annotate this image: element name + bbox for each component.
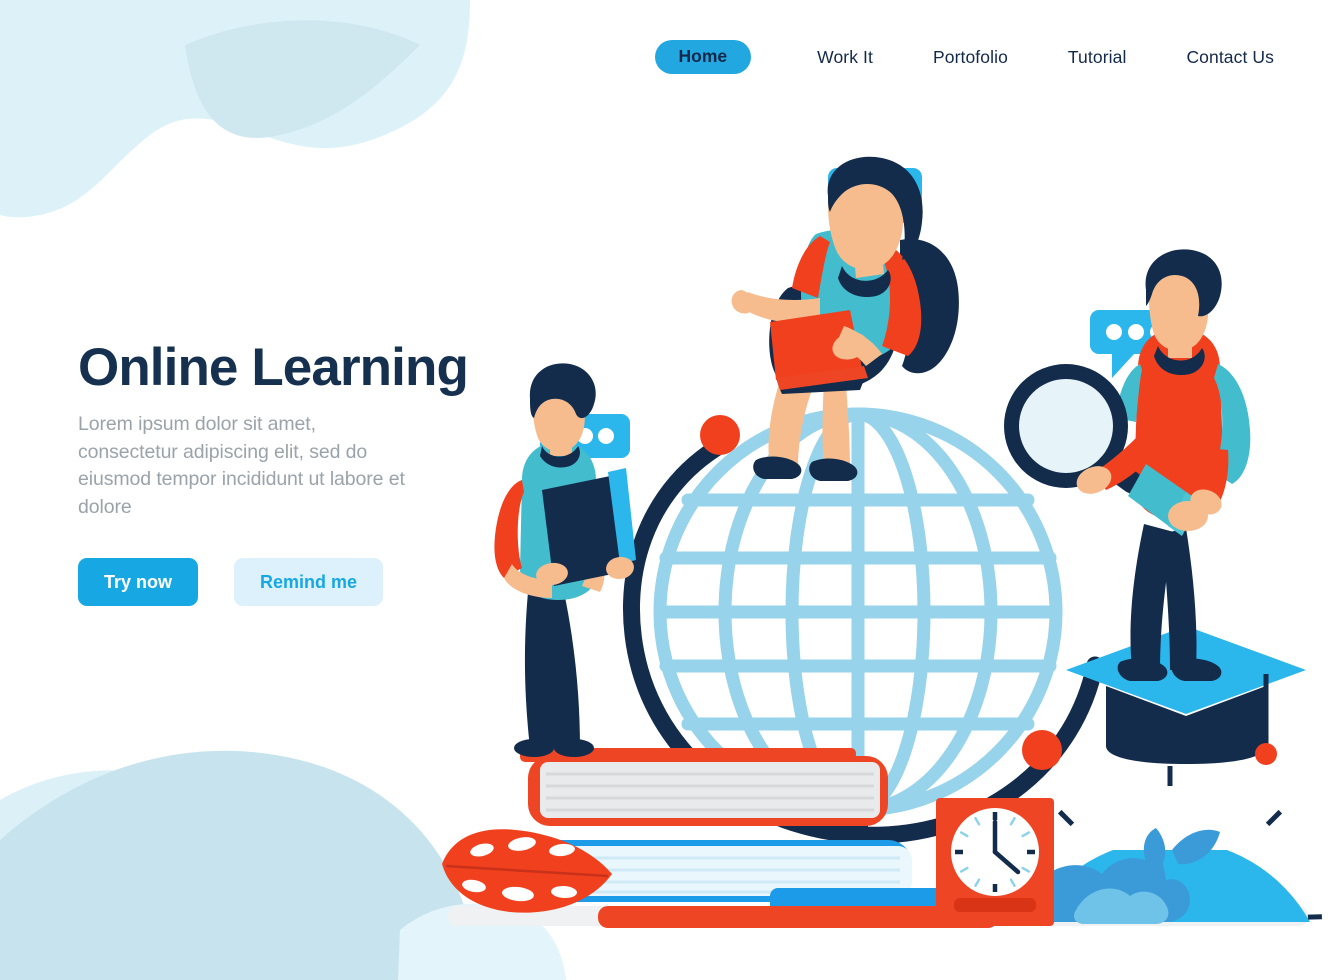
person-man-with-book [494, 363, 636, 757]
hero-description: Lorem ipsum dolor sit amet, consectetur … [78, 413, 405, 519]
nav-item-work-it[interactable]: Work It [817, 47, 873, 68]
nav-item-portofolio[interactable]: Portofolio [933, 47, 1008, 68]
globe-dot-left [700, 415, 740, 455]
nav-item-tutorial[interactable]: Tutorial [1068, 47, 1127, 68]
clock-box [936, 798, 1054, 926]
protractor [1018, 766, 1322, 924]
remind-me-button[interactable]: Remind me [234, 557, 384, 606]
nav-item-contact-us[interactable]: Contact Us [1186, 47, 1274, 68]
nav-item-home[interactable]: Home [654, 40, 752, 75]
try-now-button[interactable]: Try now [78, 557, 199, 606]
landing-page: Home Work It Portofolio Tutorial Contact… [0, 0, 1344, 980]
hero-illustration [430, 150, 1330, 950]
main-navigation[interactable]: Home Work It Portofolio Tutorial Contact… [0, 40, 1344, 75]
globe-dot-right [1022, 730, 1062, 770]
